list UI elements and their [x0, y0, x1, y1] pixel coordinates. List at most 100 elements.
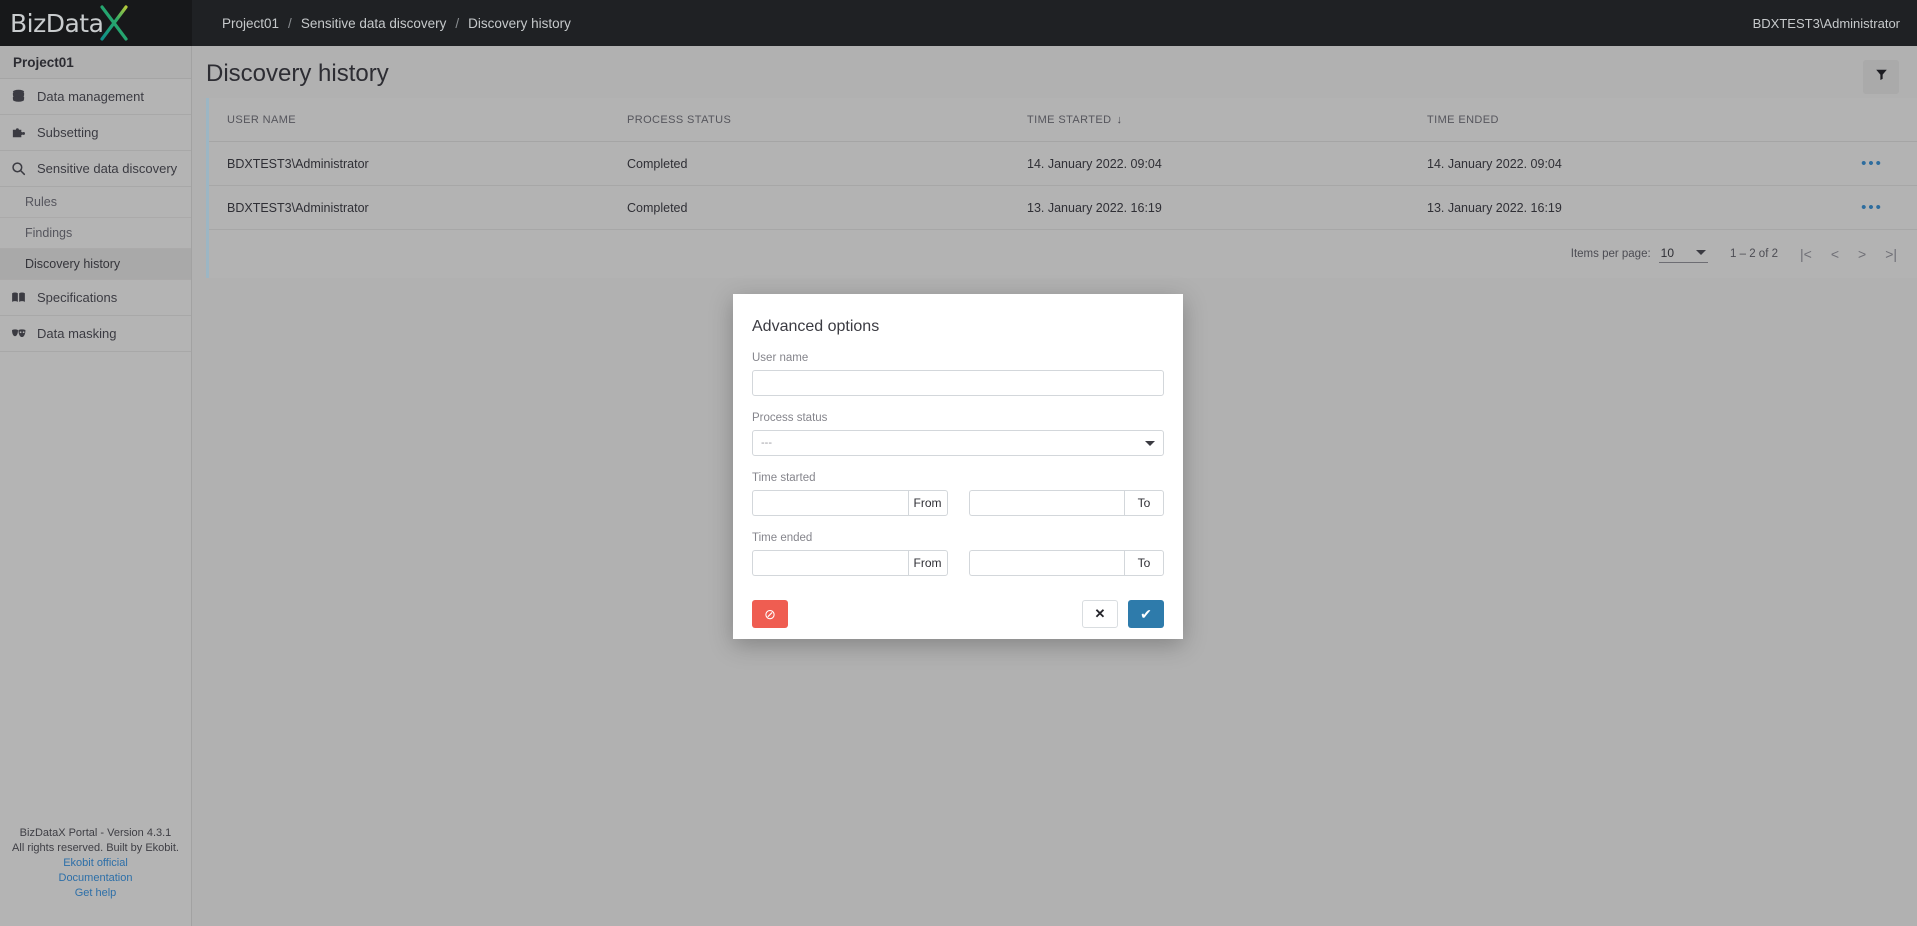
sort-descending-icon: ↓ — [1116, 114, 1123, 126]
current-user-label[interactable]: BDXTEST3\Administrator — [1753, 0, 1900, 46]
cell-process-status: Completed — [609, 141, 1009, 186]
user-name-field-group: User name — [733, 352, 1183, 396]
process-status-select[interactable]: --- — [752, 430, 1164, 456]
footer-link-get-help[interactable]: Get help — [0, 886, 191, 901]
sidebar-item-label: Specifications — [37, 290, 118, 305]
footer-link-documentation[interactable]: Documentation — [0, 871, 191, 886]
footer-rights: All rights reserved. Built by Ekobit. — [12, 842, 179, 854]
time-started-to-input[interactable] — [968, 490, 1124, 516]
cell-user-name: BDXTEST3\Administrator — [209, 141, 609, 186]
sidebar-item-data-management[interactable]: Data management — [0, 79, 191, 115]
breadcrumb-item-project[interactable]: Project01 — [222, 16, 279, 31]
sidebar-item-label: Data masking — [37, 326, 117, 341]
user-name-label: User name — [752, 352, 809, 364]
table-header-row: USER NAME PROCESS STATUS TIME STARTED ↓ T… — [209, 98, 1917, 142]
cell-time-ended: 13. January 2022. 16:19 — [1409, 185, 1809, 230]
cancel-button[interactable]: ✕ — [1082, 600, 1118, 628]
column-header-time-started[interactable]: TIME STARTED ↓ — [1009, 98, 1409, 142]
masks-icon — [11, 324, 37, 344]
sidebar-item-rules[interactable]: Rules — [0, 187, 191, 218]
time-ended-to-label[interactable]: To — [1124, 550, 1164, 576]
cell-process-status: Completed — [609, 185, 1009, 230]
time-started-to: To — [968, 490, 1164, 516]
sidebar-item-data-masking[interactable]: Data masking — [0, 316, 191, 352]
sidebar-item-label: Sensitive data discovery — [37, 161, 178, 176]
next-page-button[interactable]: > — [1858, 246, 1866, 262]
column-header-label: TIME STARTED — [1027, 114, 1112, 126]
table-row[interactable]: BDXTEST3\Administrator Completed 14. Jan… — [209, 141, 1917, 186]
items-per-page-label: Items per page: — [1570, 248, 1651, 260]
cell-actions: ••• — [1809, 141, 1917, 186]
row-actions-menu-button[interactable]: ••• — [1827, 155, 1917, 172]
process-status-label: Process status — [752, 412, 828, 424]
time-started-to-label[interactable]: To — [1124, 490, 1164, 516]
sidebar-item-label: Subsetting — [37, 125, 99, 140]
time-started-field-group: Time started From To — [733, 472, 1183, 516]
time-started-from: From — [752, 490, 948, 516]
sidebar-item-label: Data management — [37, 89, 144, 104]
sidebar-item-sensitive-data-discovery[interactable]: Sensitive data discovery — [0, 151, 191, 187]
column-header-time-ended[interactable]: TIME ENDED — [1409, 98, 1809, 142]
sidebar-subitem-label: Discovery history — [25, 257, 121, 271]
cell-actions: ••• — [1809, 185, 1917, 230]
items-per-page-select[interactable]: 10 — [1658, 246, 1709, 263]
advanced-options-dialog: Advanced options User name Process statu… — [733, 294, 1183, 639]
database-icon — [11, 87, 37, 107]
breadcrumb-separator: / — [455, 15, 460, 31]
time-ended-range-row: From To — [752, 550, 1164, 576]
cell-time-started: 13. January 2022. 16:19 — [1009, 185, 1409, 230]
pagination-buttons: |< < > >| — [1800, 246, 1897, 262]
sidebar-subitem-label: Rules — [25, 195, 57, 209]
chevron-down-icon — [1145, 440, 1155, 446]
time-ended-from: From — [752, 550, 948, 576]
table-row[interactable]: BDXTEST3\Administrator Completed 13. Jan… — [209, 185, 1917, 230]
breadcrumb-separator: / — [288, 15, 292, 31]
discovery-history-table: USER NAME PROCESS STATUS TIME STARTED ↓ T… — [206, 98, 1917, 278]
apply-button[interactable]: ✔ — [1128, 600, 1164, 628]
time-ended-label: Time ended — [752, 532, 813, 544]
sidebar-item-subsetting[interactable]: Subsetting — [0, 115, 191, 151]
sidebar-item-findings[interactable]: Findings — [0, 218, 191, 249]
cell-user-name: BDXTEST3\Administrator — [209, 185, 609, 230]
items-per-page-group: Items per page: 10 — [1570, 246, 1709, 263]
funnel-icon — [1875, 68, 1888, 86]
previous-page-button[interactable]: < — [1831, 246, 1839, 262]
column-header-actions — [1809, 98, 1917, 142]
column-header-process-status[interactable]: PROCESS STATUS — [609, 98, 1009, 142]
last-page-button[interactable]: >| — [1885, 246, 1897, 262]
breadcrumb-item-discovery-history[interactable]: Discovery history — [468, 16, 571, 31]
cell-time-ended: 14. January 2022. 09:04 — [1409, 141, 1809, 186]
time-started-from-label[interactable]: From — [907, 490, 948, 516]
chevron-down-icon — [1696, 250, 1707, 255]
clear-filters-button[interactable]: ⊘ — [752, 600, 788, 628]
dialog-primary-actions: ✕ ✔ — [1082, 600, 1164, 628]
user-name-input[interactable] — [752, 370, 1164, 396]
table-body: BDXTEST3\Administrator Completed 14. Jan… — [209, 141, 1917, 230]
footer-version: BizDataX Portal - Version 4.3.1 — [19, 827, 172, 839]
time-ended-from-input[interactable] — [752, 550, 908, 576]
sidebar-item-discovery-history[interactable]: Discovery history — [0, 249, 191, 280]
time-started-label: Time started — [752, 472, 816, 484]
row-actions-menu-button[interactable]: ••• — [1827, 199, 1917, 216]
time-started-from-input[interactable] — [752, 490, 908, 516]
sidebar-item-specifications[interactable]: Specifications — [0, 280, 191, 316]
paginator: Items per page: 10 1 – 2 of 2 |< < > >| — [209, 230, 1917, 278]
breadcrumb: Project01 / Sensitive data discovery / D… — [222, 16, 571, 31]
column-header-user-name[interactable]: USER NAME — [209, 98, 609, 142]
first-page-button[interactable]: |< — [1800, 246, 1812, 262]
table-header: USER NAME PROCESS STATUS TIME STARTED ↓ T… — [209, 98, 1917, 142]
dialog-actions: ⊘ ✕ ✔ — [733, 576, 1183, 628]
time-ended-from-label[interactable]: From — [907, 550, 948, 576]
book-icon — [11, 288, 37, 308]
sidebar-footer: BizDataX Portal - Version 4.3.1 All righ… — [0, 826, 191, 926]
time-ended-to-input[interactable] — [968, 550, 1124, 576]
pagination-range-label: 1 – 2 of 2 — [1730, 248, 1778, 260]
process-status-field-group: Process status --- — [733, 412, 1183, 456]
sidebar: Project01 Data management Subsetting Sen… — [0, 46, 192, 926]
breadcrumb-item-sensitive-data-discovery[interactable]: Sensitive data discovery — [301, 16, 447, 31]
app-logo[interactable]: BizData — [0, 0, 192, 46]
filter-button[interactable] — [1863, 60, 1899, 94]
application-window: BizData Project01 / Sensitive data disco… — [0, 0, 1917, 926]
footer-link-ekobit-official[interactable]: Ekobit official — [0, 856, 191, 871]
